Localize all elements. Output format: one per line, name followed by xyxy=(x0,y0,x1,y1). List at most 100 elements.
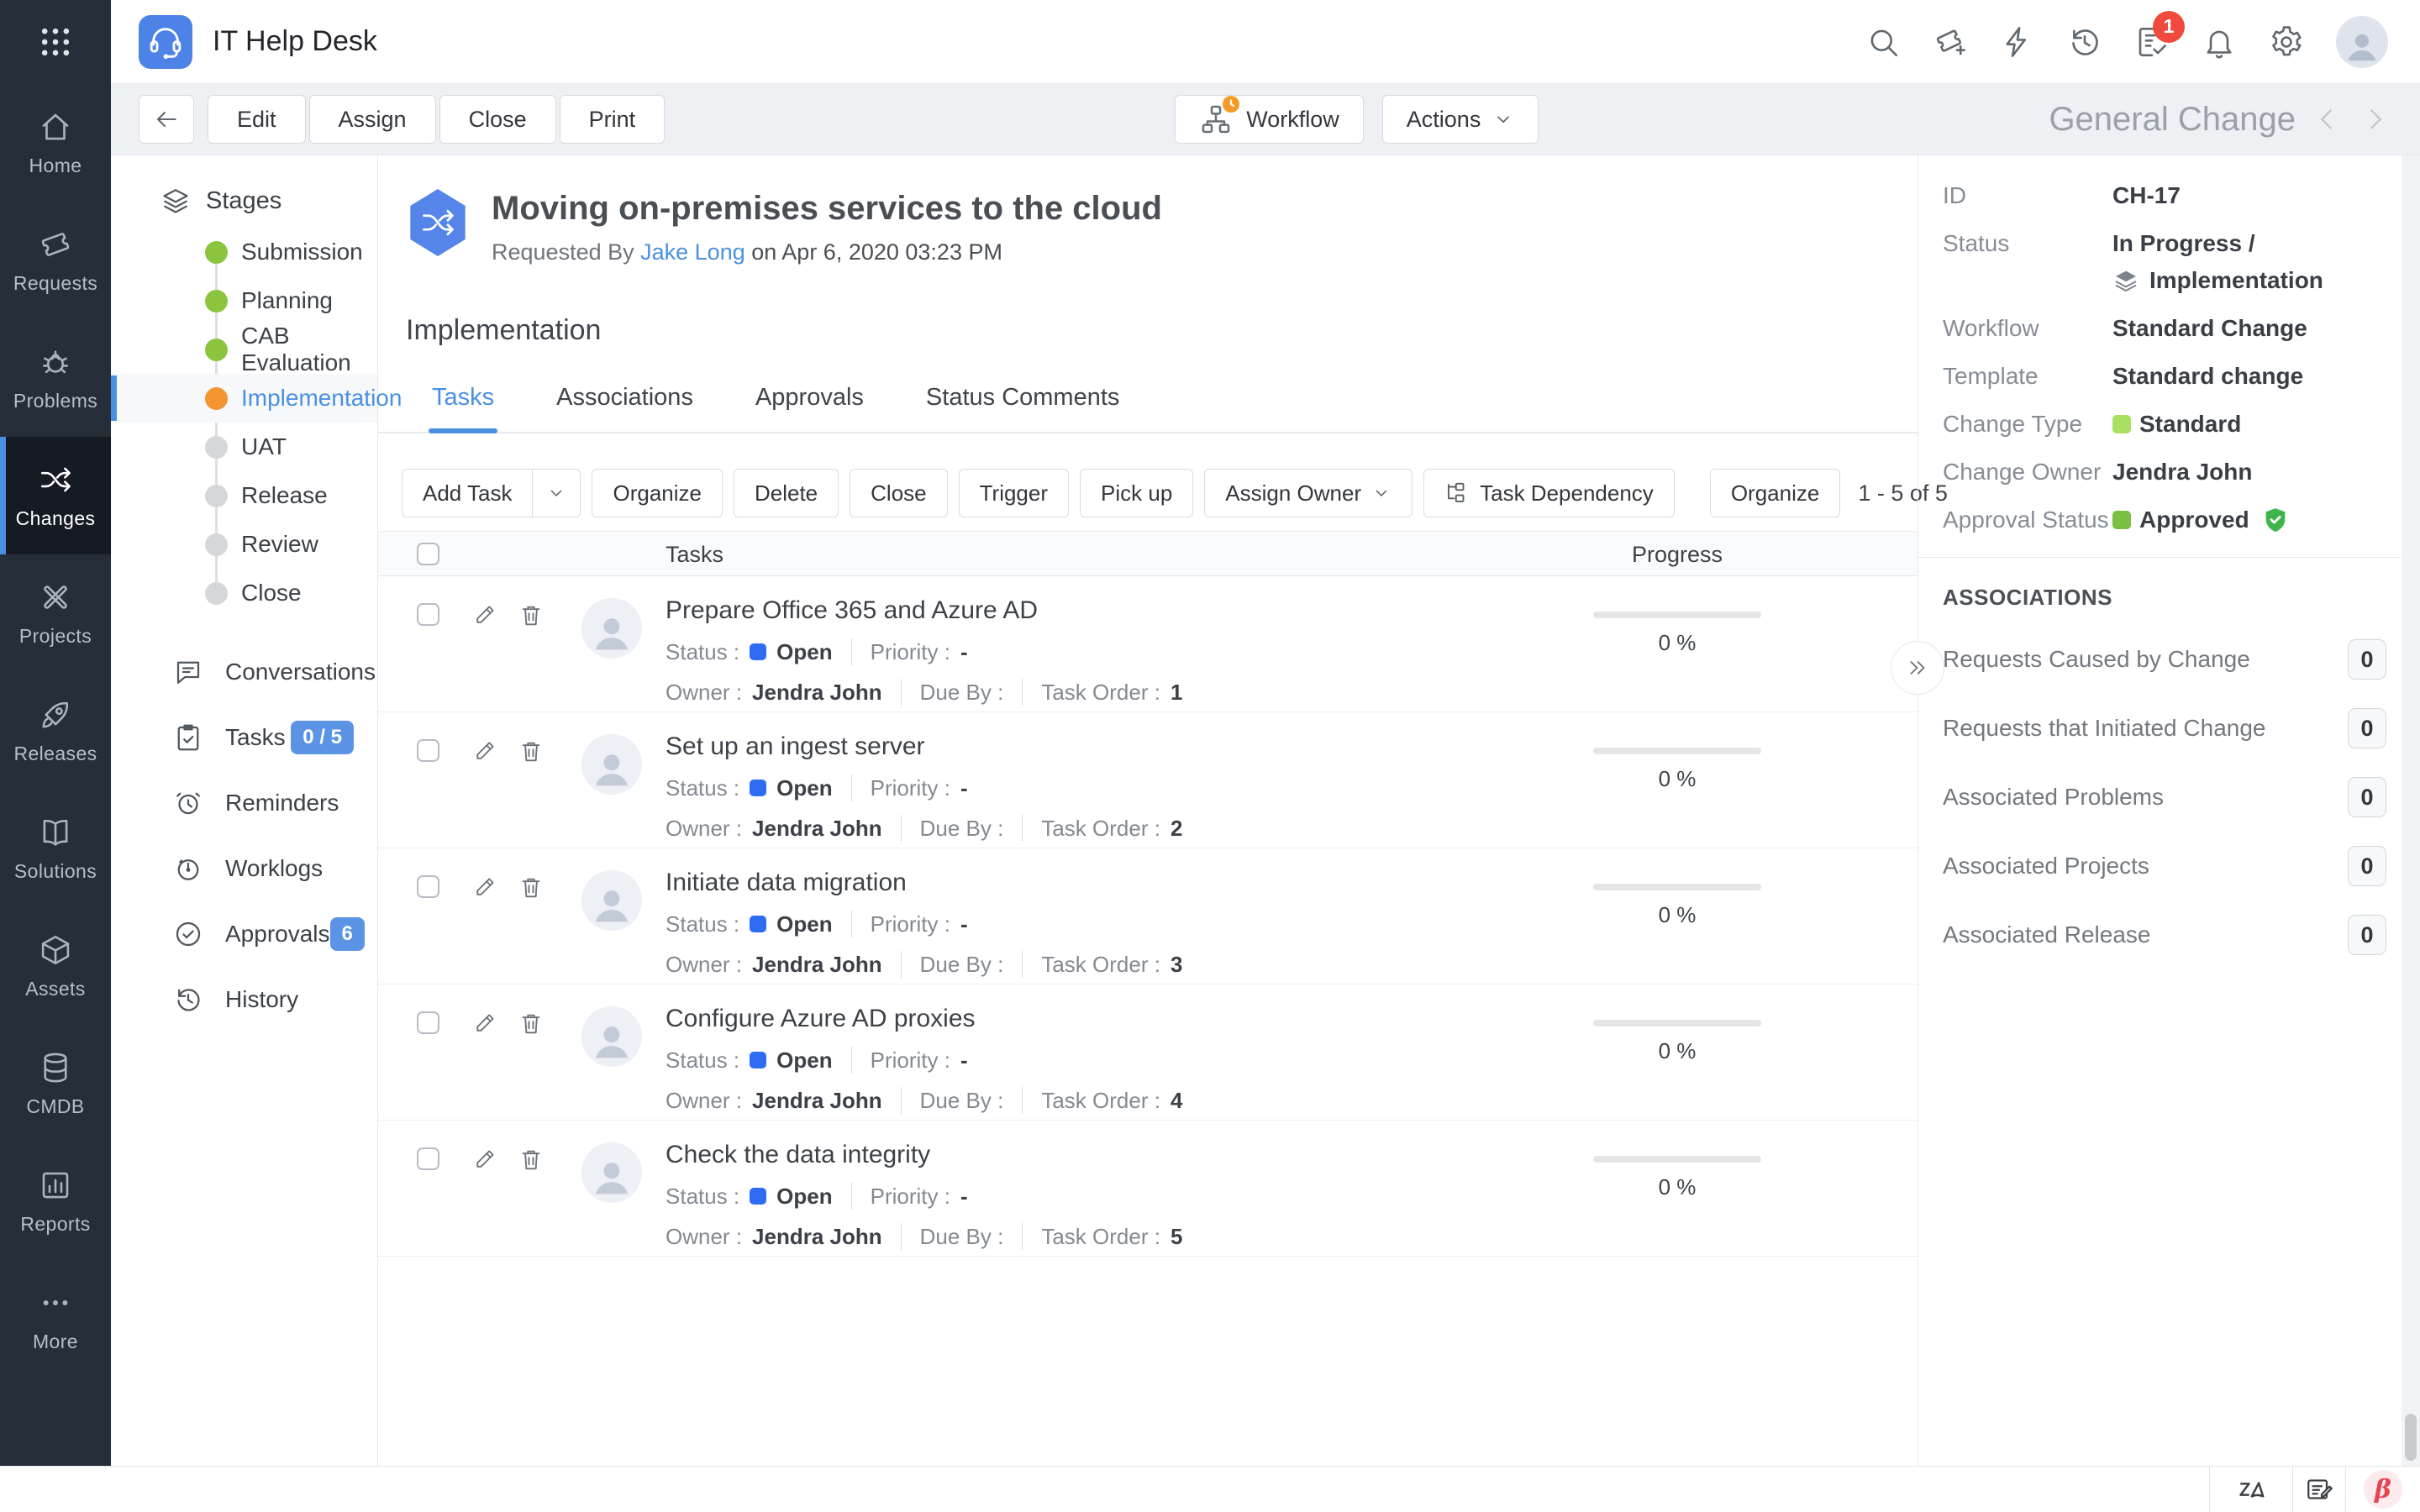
association-count[interactable]: 0 xyxy=(2348,915,2386,955)
select-all-checkbox[interactable] xyxy=(417,543,439,565)
stage-review[interactable]: Review xyxy=(111,520,377,569)
stage-cab-evaluation[interactable]: CAB Evaluation xyxy=(111,323,377,375)
quick-actions-icon[interactable] xyxy=(2000,24,2035,60)
task-title[interactable]: Check the data integrity xyxy=(666,1141,1531,1169)
collapse-panel-button[interactable] xyxy=(1891,641,1944,695)
organize-button[interactable]: Organize xyxy=(592,469,723,517)
add-task-button[interactable]: Add Task xyxy=(402,469,534,517)
pending-approvals-icon[interactable]: 1 xyxy=(2134,10,2185,60)
sidebar-item-solutions[interactable]: Solutions xyxy=(0,790,111,907)
nav-item-worklogs[interactable]: Worklogs xyxy=(111,836,377,901)
print-button[interactable]: Print xyxy=(559,95,666,144)
sidebar-item-releases[interactable]: Releases xyxy=(0,672,111,790)
nav-item-approvals[interactable]: Approvals 6 xyxy=(111,901,377,967)
delete-task-icon[interactable] xyxy=(518,1011,544,1036)
stage-label: UAT xyxy=(241,433,287,459)
task-checkbox[interactable] xyxy=(417,603,439,626)
nav-item-tasks[interactable]: Tasks 0 / 5 xyxy=(111,705,377,770)
task-checkbox[interactable] xyxy=(417,1147,439,1170)
task-checkbox[interactable] xyxy=(417,1011,439,1034)
beta-button[interactable]: β xyxy=(2346,1467,2420,1512)
assign-owner-dropdown[interactable]: Assign Owner xyxy=(1204,469,1413,517)
pick-up-button[interactable]: Pick up xyxy=(1080,469,1194,517)
association-count[interactable]: 0 xyxy=(2348,846,2386,886)
zia-assistant-button[interactable] xyxy=(2210,1467,2292,1512)
sidebar-item-assets[interactable]: Assets xyxy=(0,907,111,1025)
notifications-bell-icon[interactable] xyxy=(2202,24,2237,60)
note-edit-icon xyxy=(2304,1474,2334,1504)
actions-dropdown[interactable]: Actions xyxy=(1381,95,1539,144)
close-task-button[interactable]: Close xyxy=(850,469,948,517)
task-dependency-button[interactable]: Task Dependency xyxy=(1423,469,1675,517)
previous-record-icon[interactable] xyxy=(2312,104,2343,134)
workflow-button[interactable]: Workflow xyxy=(1175,95,1364,144)
user-avatar[interactable] xyxy=(2336,15,2388,68)
recent-items-icon[interactable] xyxy=(2067,24,2102,60)
edit-task-icon[interactable] xyxy=(472,874,497,900)
edit-button[interactable]: Edit xyxy=(208,95,306,144)
nav-item-reminders[interactable]: Reminders xyxy=(111,770,377,836)
trigger-button[interactable]: Trigger xyxy=(958,469,1070,517)
task-title[interactable]: Configure Azure AD proxies xyxy=(666,1005,1531,1033)
sidebar-item-home[interactable]: Home xyxy=(0,84,111,202)
search-icon[interactable] xyxy=(1865,24,1901,60)
edit-task-icon[interactable] xyxy=(472,738,497,764)
delete-task-icon[interactable] xyxy=(518,1147,544,1172)
task-title[interactable]: Initiate data migration xyxy=(666,869,1531,897)
details-divider xyxy=(1918,557,2420,558)
stage-planning[interactable]: Planning xyxy=(111,276,377,325)
organize-columns-button[interactable]: Organize xyxy=(1709,469,1841,517)
app-grid-button[interactable] xyxy=(0,0,111,84)
settings-gear-icon[interactable] xyxy=(2269,24,2304,60)
edit-task-icon[interactable] xyxy=(472,602,497,627)
sidebar-item-changes[interactable]: Changes xyxy=(0,437,111,554)
tab-tasks[interactable]: Tasks xyxy=(428,384,498,433)
field-value-wrap: Standard xyxy=(2112,409,2241,439)
release-notes-button[interactable] xyxy=(2293,1467,2345,1512)
association-count[interactable]: 0 xyxy=(2348,639,2386,680)
task-title[interactable]: Set up an ingest server xyxy=(666,732,1531,761)
task-checkbox[interactable] xyxy=(417,739,439,762)
tab-approvals[interactable]: Approvals xyxy=(755,384,864,432)
shuffle-icon xyxy=(38,462,73,497)
details-scrollbar-thumb[interactable] xyxy=(2405,1414,2417,1461)
tab-status-comments[interactable]: Status Comments xyxy=(926,384,1119,432)
box-icon xyxy=(38,932,73,968)
sidebar-item-cmdb[interactable]: CMDB xyxy=(0,1025,111,1142)
association-count[interactable]: 0 xyxy=(2348,708,2386,748)
stage-dot xyxy=(205,240,228,264)
sidebar-item-requests[interactable]: Requests xyxy=(0,202,111,319)
delete-task-icon[interactable] xyxy=(518,602,544,627)
edit-task-icon[interactable] xyxy=(472,1011,497,1036)
next-record-icon[interactable] xyxy=(2360,104,2390,134)
sidebar-item-more[interactable]: More xyxy=(0,1260,111,1378)
edit-task-icon[interactable] xyxy=(472,1147,497,1172)
stage-implementation[interactable]: Implementation xyxy=(111,374,402,423)
nav-item-conversations[interactable]: Conversations xyxy=(111,639,377,705)
sidebar-item-problems[interactable]: Problems xyxy=(0,319,111,437)
delete-task-icon[interactable] xyxy=(518,874,544,900)
detail-field-change-owner: Change Owner Jendra John xyxy=(1943,457,2386,487)
tab-associations[interactable]: Associations xyxy=(556,384,693,432)
stage-release[interactable]: Release xyxy=(111,471,377,520)
assign-button[interactable]: Assign xyxy=(308,95,436,144)
association-count[interactable]: 0 xyxy=(2348,777,2386,817)
back-button[interactable] xyxy=(139,95,194,144)
sidebar-item-projects[interactable]: Projects xyxy=(0,554,111,672)
stage-uat[interactable]: UAT xyxy=(111,423,377,471)
stage-close[interactable]: Close xyxy=(111,569,377,617)
nav-item-history[interactable]: History xyxy=(111,967,377,1032)
requester-link[interactable]: Jake Long xyxy=(640,239,745,265)
detail-field-approval-status: Approval Status Approved xyxy=(1943,505,2386,535)
sidebar-item-reports[interactable]: Reports xyxy=(0,1142,111,1260)
stage-submission[interactable]: Submission xyxy=(111,228,377,276)
new-ticket-icon[interactable] xyxy=(1933,24,1968,60)
delete-button[interactable]: Delete xyxy=(733,469,839,517)
add-task-dropdown[interactable] xyxy=(533,469,581,517)
task-checkbox[interactable] xyxy=(417,875,439,898)
delete-task-icon[interactable] xyxy=(518,738,544,764)
status-value: Open xyxy=(776,774,833,801)
task-list: Prepare Office 365 and Azure AD Status : O… xyxy=(378,576,1918,1257)
task-title[interactable]: Prepare Office 365 and Azure AD xyxy=(666,596,1531,625)
close-button[interactable]: Close xyxy=(439,95,556,144)
